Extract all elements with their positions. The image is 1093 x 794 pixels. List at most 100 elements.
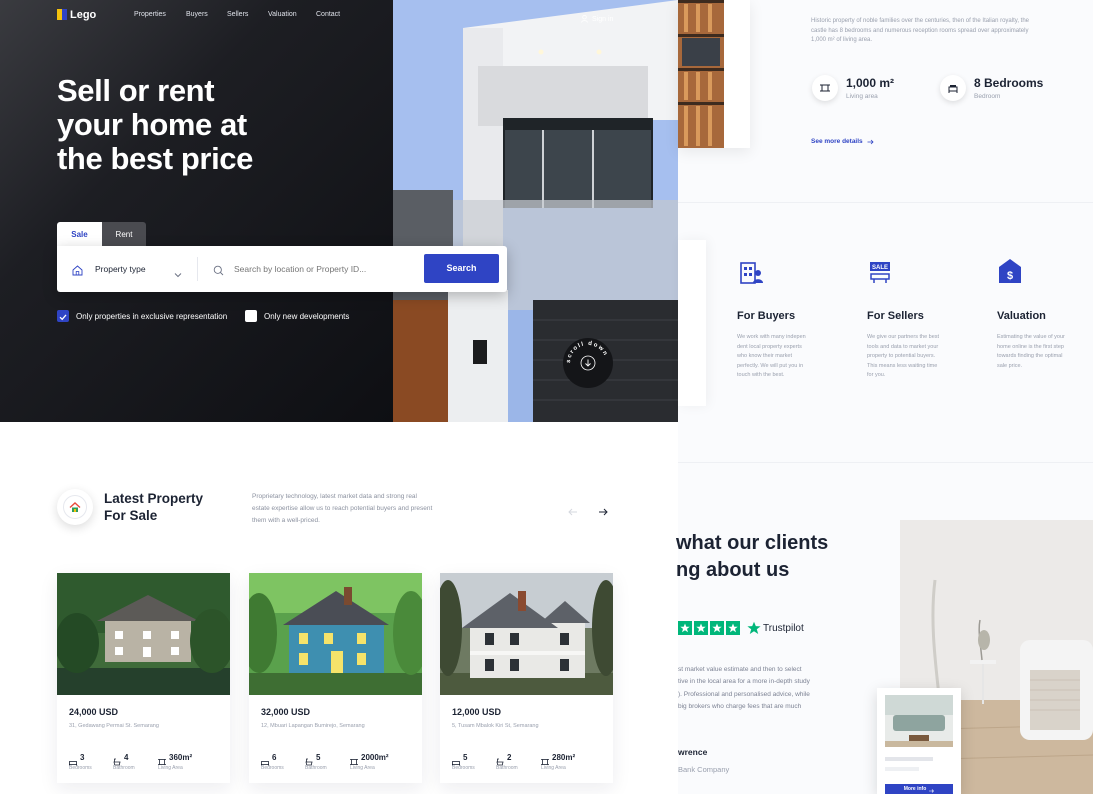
property-address: 31, Gedawang Permai St. Semarang [69, 723, 159, 729]
search-button[interactable]: Search [424, 254, 499, 283]
trustpilot-stars [678, 621, 740, 635]
mini-property-card[interactable]: More info [877, 688, 961, 794]
bedrooms-value: 5 [463, 753, 468, 762]
bedrooms-value: 6 [272, 753, 277, 762]
property-card[interactable]: 32,000 USD 12, Mbuari Lapangan Bumirejo,… [249, 573, 422, 783]
bed-stat-value: 8 Bedrooms [974, 76, 1044, 90]
exclusive-checkbox[interactable] [57, 310, 69, 322]
arrow-right-icon [867, 132, 874, 150]
svg-text:$: $ [1007, 270, 1013, 282]
hero-title: Sell or rent your home at the best price [57, 73, 253, 176]
testimonials-title: what our clients ng about us [676, 532, 829, 581]
search-icon [213, 263, 224, 281]
bathrooms-label: Bathroom [113, 765, 135, 771]
scroll-down-label: scroll down [566, 341, 607, 363]
property-image [57, 573, 230, 695]
star-icon [694, 621, 708, 635]
property-price: 12,000 USD [452, 707, 502, 717]
property-image [440, 573, 613, 695]
property-address: 12, Mbuari Lapangan Bumirejo, Semarang [261, 723, 365, 729]
user-icon [581, 10, 588, 28]
prev-arrow-icon[interactable] [568, 503, 578, 521]
star-icon [678, 621, 692, 635]
trustpilot-name: Trustpilot [763, 623, 804, 634]
testimonial-author: wrence [678, 747, 708, 757]
bed-stat-icon [940, 75, 966, 101]
property-type-select[interactable]: Property type [95, 264, 146, 274]
service-title-valuation: Valuation [997, 310, 1046, 322]
area-label: Living Area [541, 765, 566, 771]
area-value: 360m² [169, 753, 193, 762]
bathrooms-value: 4 [124, 753, 129, 762]
detail-description: Historic property of noble families over… [811, 18, 1029, 43]
property-price: 24,000 USD [69, 707, 119, 717]
more-info-button[interactable]: More info [885, 784, 953, 794]
area-stat-value: 1,000 m² [846, 76, 895, 90]
divider [197, 257, 198, 281]
testimonial-company: Bank Company [678, 765, 730, 774]
bedrooms-value: 3 [80, 753, 85, 762]
scroll-down-button[interactable]: scroll down [563, 338, 613, 388]
property-card[interactable]: 12,000 USD 5, Tusam Mbalok Kiri St, Sema… [440, 573, 613, 783]
area-label: Living Area [350, 765, 375, 771]
arrow-right-icon [929, 780, 935, 794]
property-image [249, 573, 422, 695]
new-developments-checkbox[interactable] [245, 310, 257, 322]
service-title-buyers: For Buyers [737, 310, 796, 322]
svg-text:SALE: SALE [872, 265, 888, 271]
valuation-house-icon: $ [998, 258, 1022, 289]
next-arrow-icon[interactable] [598, 503, 608, 521]
building-icon [740, 259, 764, 290]
divider [678, 462, 1093, 463]
service-title-sellers: For Sellers [867, 310, 924, 322]
service-desc-valuation: Estimating the value of your home online … [997, 334, 1065, 369]
nav-buyers[interactable]: Buyers [186, 11, 208, 18]
star-icon [726, 621, 740, 635]
trustpilot-logo-icon [747, 621, 761, 640]
chevron-down-icon[interactable] [174, 265, 182, 283]
bathrooms-label: Bathroom [305, 765, 327, 771]
see-more-link[interactable]: See more details [811, 132, 874, 150]
tab-rent[interactable]: Rent [102, 222, 146, 247]
divider [678, 202, 1093, 203]
service-card-edge [678, 240, 706, 406]
nav-sellers[interactable]: Sellers [227, 11, 248, 18]
area-value: 2000m² [361, 753, 389, 762]
latest-description: Proprietary technology, latest market da… [252, 493, 433, 524]
area-value: 280m² [552, 753, 576, 762]
bathrooms-label: Bathroom [496, 765, 518, 771]
service-desc-buyers: We work with many indepen dent local prop… [737, 334, 806, 378]
service-desc-sellers: We give our partners the best tools and d… [867, 334, 940, 378]
bathrooms-value: 5 [316, 753, 321, 762]
new-developments-label: Only new developments [264, 312, 350, 321]
see-more-label: See more details [811, 137, 863, 145]
nav-valuation[interactable]: Valuation [268, 11, 297, 18]
placeholder-line [885, 757, 933, 761]
placeholder-line [885, 767, 919, 771]
sign-in-link[interactable]: Sign in [581, 10, 613, 28]
brand-name[interactable]: Lego [70, 9, 96, 21]
search-input[interactable] [234, 259, 414, 279]
tab-sale[interactable]: Sale [57, 222, 102, 247]
area-stat-icon [812, 75, 838, 101]
area-stat-label: Living area [846, 93, 878, 100]
exclusive-label: Only properties in exclusive representat… [76, 312, 228, 321]
home-icon [72, 263, 83, 281]
hero-photo [393, 0, 678, 422]
property-address: 5, Tusam Mbalok Kiri St, Semarang [452, 723, 539, 729]
mini-card-image [885, 695, 953, 747]
latest-icon [57, 489, 93, 525]
bedrooms-label: Bedrooms [261, 765, 284, 771]
more-info-label: More info [903, 786, 927, 792]
bathrooms-value: 2 [507, 753, 512, 762]
nav-contact[interactable]: Contact [316, 11, 340, 18]
hero-section [0, 0, 393, 422]
sign-in-label: Sign in [592, 15, 614, 23]
nav-properties[interactable]: Properties [134, 11, 166, 18]
property-card[interactable]: 24,000 USD 31, Gedawang Permai St. Semar… [57, 573, 230, 783]
star-icon [710, 621, 724, 635]
area-label: Living Area [158, 765, 183, 771]
logo-icon[interactable] [57, 9, 67, 20]
bed-stat-label: Bedroom [974, 93, 1001, 100]
detail-image [678, 0, 750, 148]
